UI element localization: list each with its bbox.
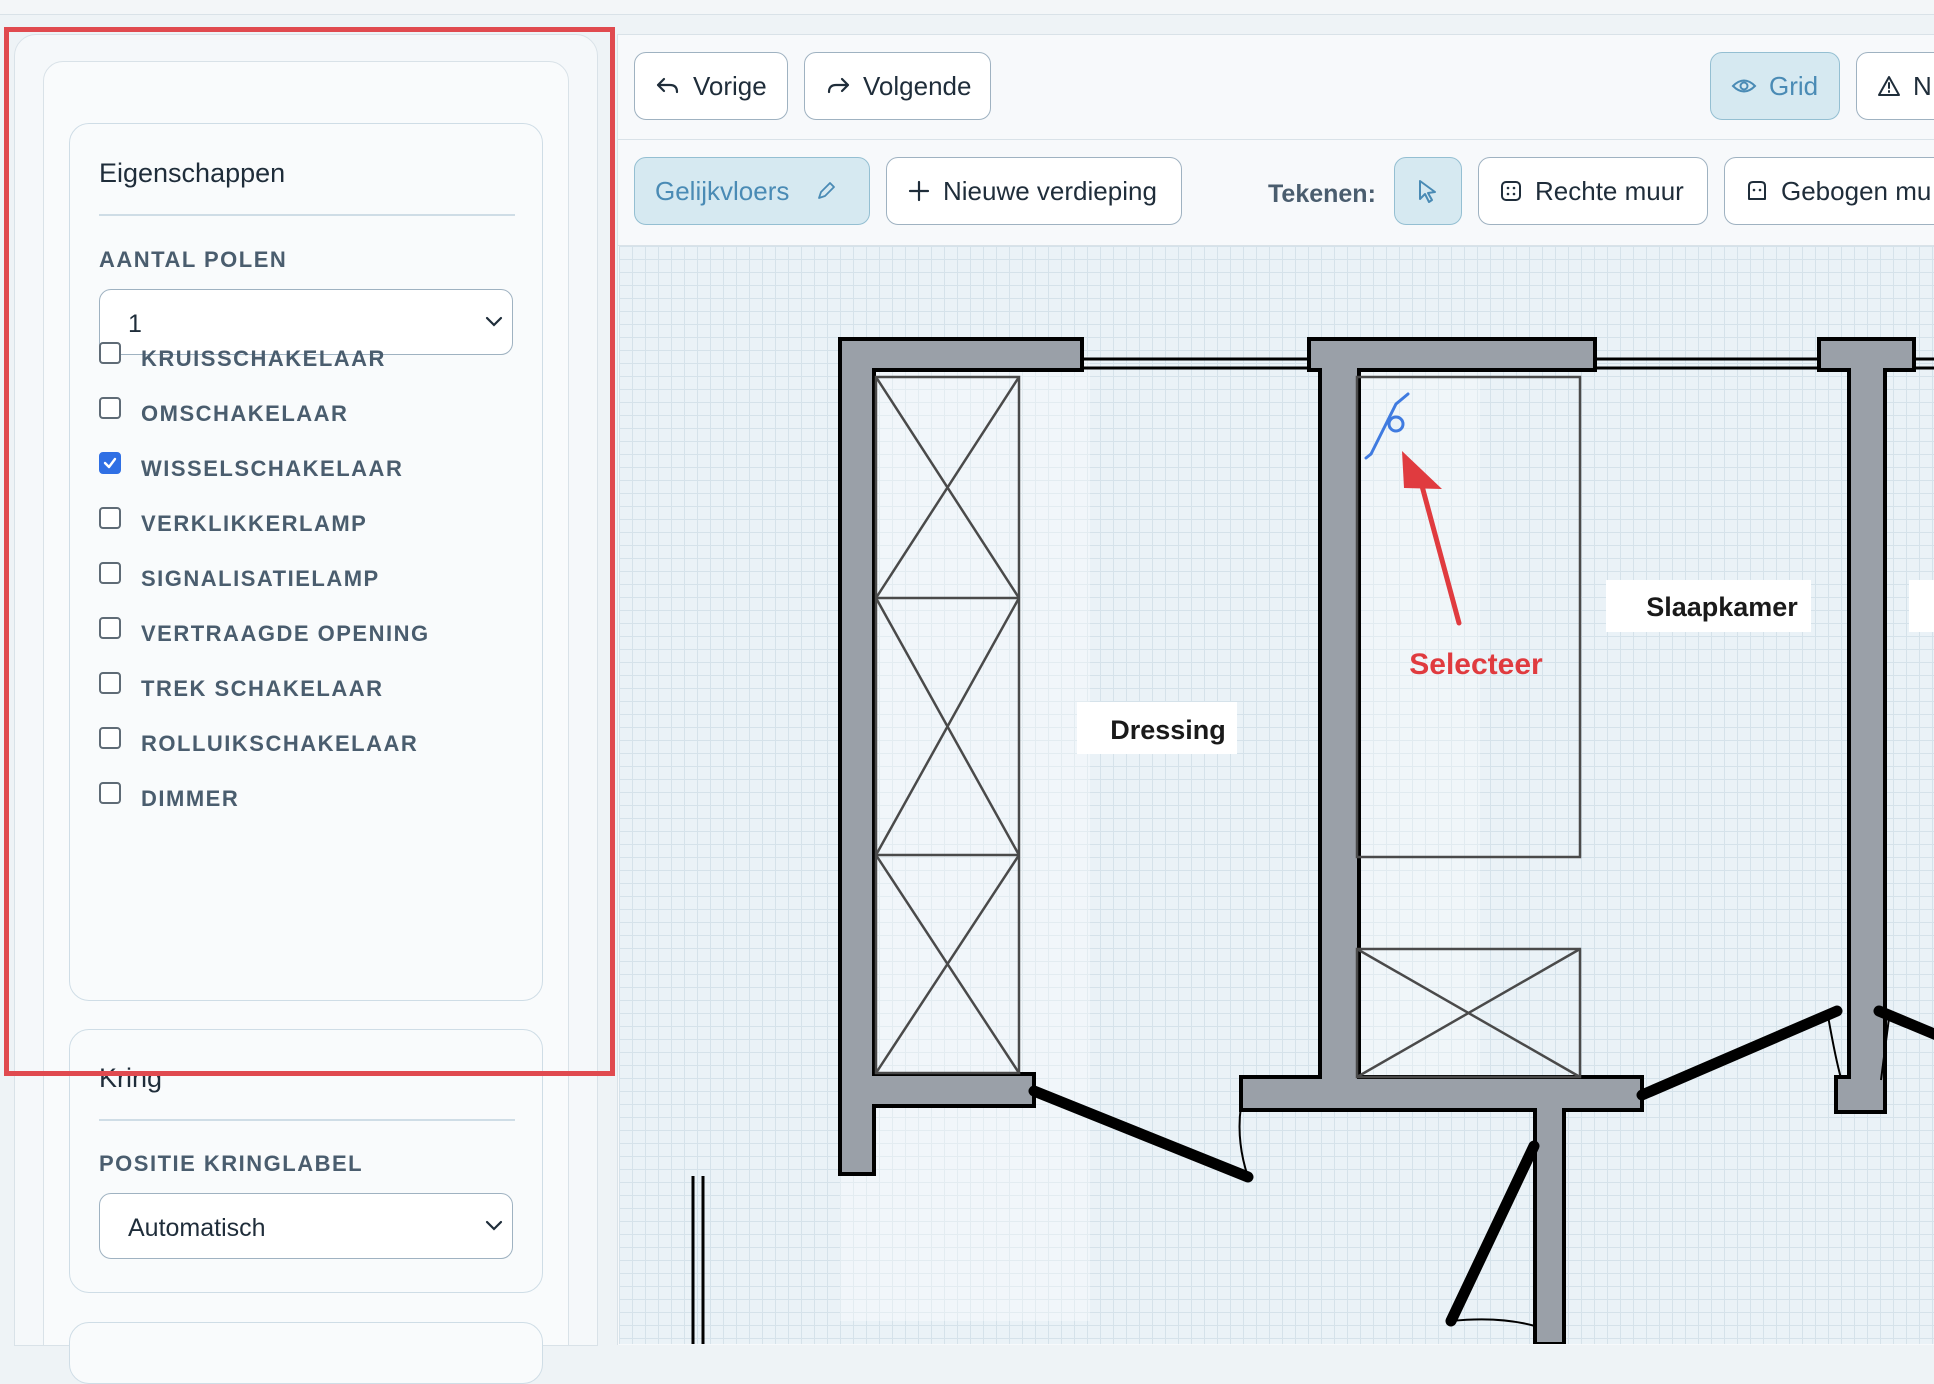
poles-label: AANTAL POLEN	[99, 247, 288, 272]
chevron-down-icon	[485, 316, 503, 327]
curved-wall-icon	[1748, 181, 1766, 200]
checkbox[interactable]	[99, 397, 121, 419]
checkbox-checked[interactable]	[99, 452, 121, 474]
plus-icon	[908, 180, 930, 202]
option-label: DIMMER	[141, 786, 240, 811]
warning-icon	[1878, 76, 1900, 96]
divider	[99, 1119, 515, 1121]
floor-tab-gelijkvloers[interactable]: Gelijkvloers	[634, 157, 870, 225]
straight-wall-button[interactable]: Rechte muur	[1478, 157, 1708, 225]
chevron-down-icon	[485, 1220, 503, 1231]
warnings-button[interactable]: N	[1856, 52, 1934, 120]
checkbox[interactable]	[99, 672, 121, 694]
redo-label: Volgende	[863, 70, 972, 101]
floor-label: Gelijkvloers	[655, 175, 790, 206]
checkbox[interactable]	[99, 342, 121, 364]
divider	[99, 214, 515, 216]
grid-label: Grid	[1769, 70, 1819, 101]
option-label: WISSELSCHAKELAAR	[141, 456, 404, 481]
option-trek-schakelaar[interactable]: TREK SCHAKELAAR	[99, 672, 519, 702]
option-label: TREK SCHAKELAAR	[141, 676, 384, 701]
option-label: OMSCHAKELAAR	[141, 401, 349, 426]
option-rolluikschakelaar[interactable]: ROLLUIKSCHAKELAAR	[99, 727, 519, 757]
doors	[1028, 1005, 1934, 1327]
grid-toggle-button[interactable]: Grid	[1710, 52, 1840, 120]
checkbox[interactable]	[99, 782, 121, 804]
toolbar-divider	[617, 139, 1934, 140]
check-icon	[103, 457, 117, 469]
redo-icon	[827, 77, 850, 94]
annotation-text: Selecteer	[1409, 648, 1543, 681]
warnings-label: N	[1913, 70, 1932, 101]
room-label-slaapkamer: Slaapkamer	[1646, 592, 1798, 622]
curved-wall-button[interactable]: Gebogen mu	[1724, 157, 1934, 225]
label-bg	[1909, 580, 1934, 632]
undo-label: Vorige	[693, 70, 767, 101]
option-label: SIGNALISATIELAMP	[141, 566, 380, 591]
kring-title: Kring	[99, 1063, 163, 1093]
next-card	[69, 1322, 543, 1384]
wall-icon	[1501, 181, 1521, 201]
kring-card: Kring POSITIE KRINGLABEL Automatisch	[69, 1029, 543, 1293]
checkbox[interactable]	[99, 617, 121, 639]
option-dimmer[interactable]: DIMMER	[99, 782, 519, 812]
option-omschakelaar[interactable]: OMSCHAKELAAR	[99, 397, 519, 427]
option-signalisatielamp[interactable]: SIGNALISATIELAMP	[99, 562, 519, 592]
properties-card: Eigenschappen AANTAL POLEN 1 KRUISSCHAKE…	[69, 123, 543, 1001]
room-floor	[840, 356, 1090, 1321]
option-label: VERKLIKKERLAMP	[141, 511, 368, 536]
undo-icon	[656, 77, 679, 94]
option-label: VERTRAAGDE OPENING	[141, 621, 430, 646]
option-label: KRUISSCHAKELAAR	[141, 346, 386, 371]
draw-label: Tekenen:	[1268, 180, 1376, 208]
new-floor-label: Nieuwe verdieping	[943, 175, 1157, 206]
checkbox[interactable]	[99, 562, 121, 584]
checkbox[interactable]	[99, 507, 121, 529]
floorplan-canvas[interactable]: Selecteer Dressing Slaapkamer	[619, 246, 1934, 1344]
new-floor-button[interactable]: Nieuwe verdieping	[886, 157, 1182, 225]
option-label: ROLLUIKSCHAKELAAR	[141, 731, 419, 756]
option-vertraagde-opening[interactable]: VERTRAAGDE OPENING	[99, 617, 519, 647]
pencil-icon[interactable]	[815, 180, 837, 202]
poles-value: 1	[128, 310, 142, 338]
option-wisselschakelaar[interactable]: WISSELSCHAKELAAR	[99, 452, 519, 482]
undo-button[interactable]: Vorige	[634, 52, 788, 120]
checkbox[interactable]	[99, 727, 121, 749]
kring-position-value: Automatisch	[128, 1214, 266, 1242]
eye-icon	[1731, 79, 1757, 93]
cursor-icon	[1419, 180, 1436, 203]
properties-title: Eigenschappen	[99, 158, 286, 188]
kring-position-label: POSITIE KRINGLABEL	[99, 1151, 364, 1176]
floorplan-drawing: Selecteer Dressing Slaapkamer	[691, 337, 1934, 1344]
option-verklikkerlamp[interactable]: VERKLIKKERLAMP	[99, 507, 519, 537]
redo-button[interactable]: Volgende	[804, 52, 991, 120]
top-bar	[0, 0, 1934, 15]
curved-wall-label: Gebogen mu	[1781, 175, 1932, 206]
room-label-dressing: Dressing	[1110, 715, 1226, 745]
select-tool-button[interactable]	[1394, 157, 1462, 225]
kring-position-select[interactable]: Automatisch	[99, 1193, 513, 1259]
option-kruisschakelaar[interactable]: KRUISSCHAKELAAR	[99, 342, 519, 372]
straight-wall-label: Rechte muur	[1535, 175, 1684, 206]
